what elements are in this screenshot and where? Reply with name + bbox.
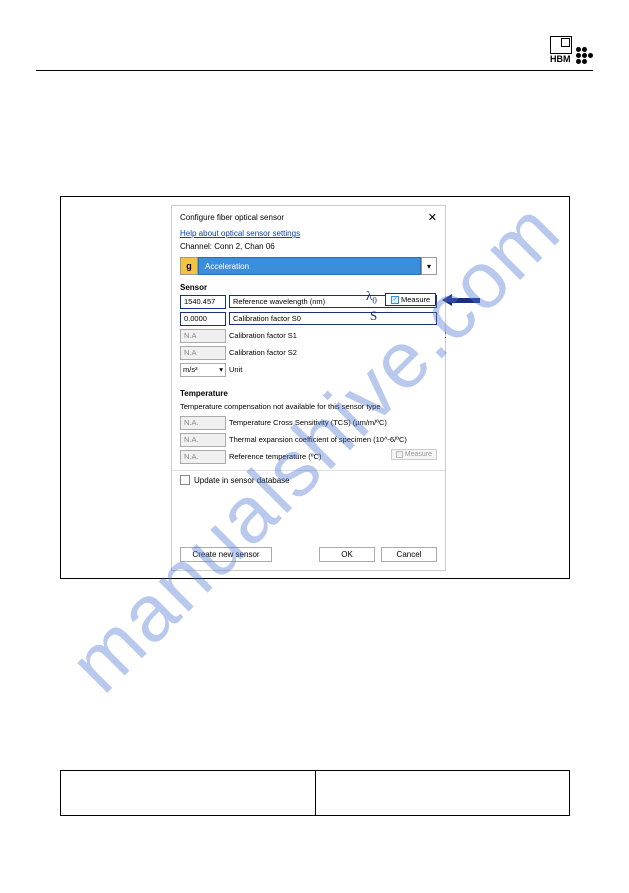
cancel-button[interactable]: Cancel — [381, 547, 437, 562]
dialog-title: Configure fiber optical sensor — [180, 213, 284, 222]
arrow-callout-icon — [442, 295, 480, 305]
chevron-down-icon: ▾ — [219, 365, 223, 374]
close-icon[interactable]: ✕ — [428, 211, 437, 224]
bottom-cell-right — [316, 771, 570, 815]
header-divider — [36, 70, 593, 71]
help-link[interactable]: Help about optical sensor settings — [172, 229, 445, 242]
tcs-label: Temperature Cross Sensitivity (TCS) (µm/… — [229, 418, 437, 427]
sensor-type-dropdown[interactable]: g Acceleration ▾ — [180, 257, 437, 275]
hbm-logo: HBM — [550, 36, 593, 64]
temperature-heading: Temperature — [172, 387, 445, 400]
ok-button[interactable]: OK — [319, 547, 375, 562]
checkbox-disabled-icon — [396, 451, 403, 458]
lambda-annotation: λ0 — [366, 288, 377, 306]
calib-s0-label: Calibration factor S0 — [229, 312, 437, 325]
ref-temp-input — [180, 450, 226, 464]
update-db-checkbox[interactable] — [180, 475, 190, 485]
dropdown-badge-icon: g — [180, 257, 198, 275]
measure-button-disabled: Measure — [391, 449, 437, 460]
chevron-down-icon[interactable]: ▾ — [421, 257, 437, 275]
calib-s0-input[interactable] — [180, 312, 226, 326]
logo-dots-icon — [576, 47, 593, 64]
check-icon: ✓ — [391, 296, 399, 304]
create-sensor-button[interactable]: Create new sensor — [180, 547, 272, 562]
tcs-input — [180, 416, 226, 430]
calib-s2-label: Calibration factor S2 — [229, 348, 437, 357]
channel-label: Channel: Conn 2, Chan 06 — [172, 242, 445, 257]
logo-text: HBM — [550, 54, 572, 64]
calib-s1-label: Calibration factor S1 — [229, 331, 437, 340]
dropdown-value: Acceleration — [198, 257, 421, 275]
bottom-cell-left — [61, 771, 316, 815]
colon-mark: : — [444, 330, 447, 341]
thermal-exp-input — [180, 433, 226, 447]
calib-s2-input — [180, 346, 226, 360]
bottom-table — [60, 770, 570, 816]
logo-box-icon — [550, 36, 572, 54]
figure-frame: Configure fiber optical sensor ✕ Help ab… — [60, 196, 570, 579]
config-dialog: Configure fiber optical sensor ✕ Help ab… — [171, 205, 446, 571]
thermal-exp-label: Thermal expansion coefficient of specime… — [229, 435, 437, 444]
temperature-note: Temperature compensation not available f… — [172, 400, 445, 415]
unit-label: Unit — [229, 365, 437, 374]
measure-button[interactable]: ✓ Measure — [385, 293, 436, 306]
ref-wavelength-input[interactable] — [180, 295, 226, 309]
s-annotation: S — [370, 308, 377, 324]
unit-select[interactable]: m/s² ▾ — [180, 363, 226, 377]
calib-s1-input — [180, 329, 226, 343]
update-db-label: Update in sensor database — [194, 476, 290, 485]
